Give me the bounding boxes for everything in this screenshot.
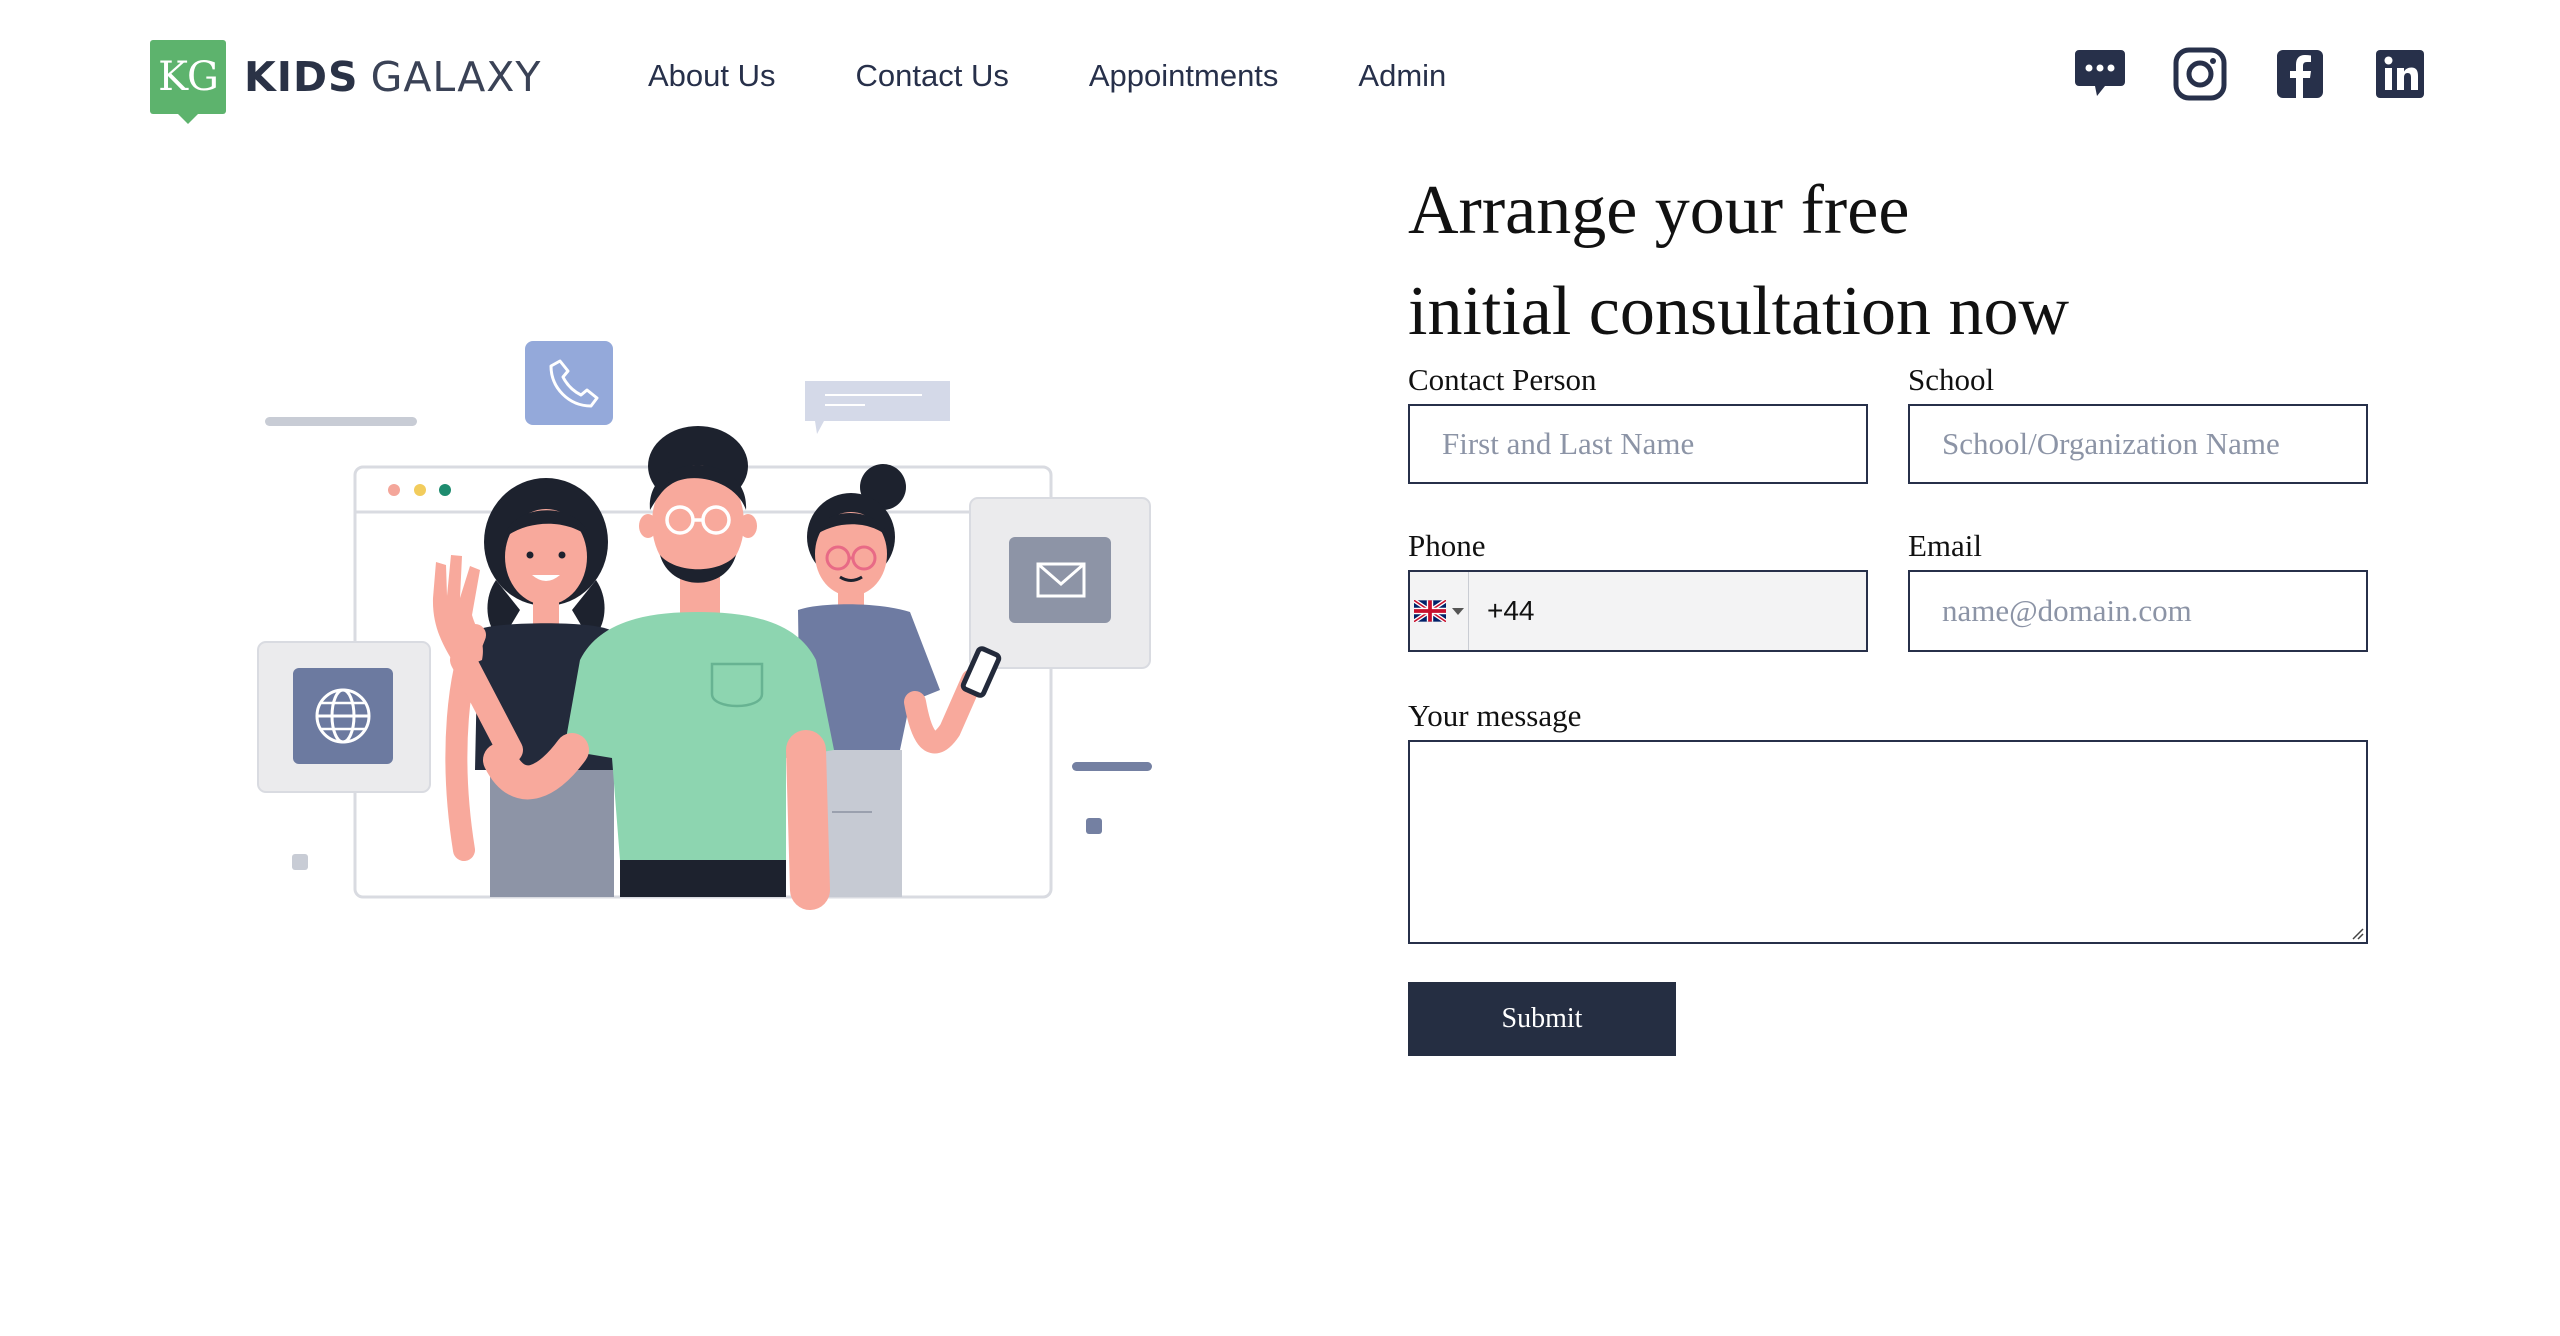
logo-name-bold: KIDS <box>244 53 359 101</box>
phone-input[interactable] <box>1469 572 1866 650</box>
phone-field <box>1408 570 1868 652</box>
logo[interactable]: KG KIDS GALAXY <box>150 40 541 124</box>
email-input[interactable] <box>1908 570 2368 652</box>
nav-about-us[interactable]: About Us <box>648 58 776 94</box>
nav-appointments[interactable]: Appointments <box>1089 58 1279 94</box>
nav-contact-us[interactable]: Contact Us <box>856 58 1009 94</box>
school-label: School <box>1908 362 1995 397</box>
country-code-select[interactable] <box>1410 572 1469 650</box>
message-textarea[interactable] <box>1408 740 2368 944</box>
submit-button[interactable]: Submit <box>1408 982 1676 1056</box>
chevron-down-icon <box>1452 607 1464 615</box>
instagram-icon[interactable] <box>2172 46 2228 102</box>
school-input[interactable] <box>1908 404 2368 484</box>
nav-admin[interactable]: Admin <box>1358 58 1446 94</box>
facebook-icon[interactable] <box>2272 46 2328 102</box>
form-heading: Arrange your free initial consultation n… <box>1408 160 2208 362</box>
contact-person-input[interactable] <box>1408 404 1868 484</box>
form-heading-line2: initial consultation now <box>1408 273 2070 350</box>
chat-icon[interactable] <box>2072 46 2128 102</box>
uk-flag-icon <box>1414 600 1446 622</box>
email-label: Email <box>1908 528 1983 563</box>
team-illustration <box>250 330 1170 910</box>
contact-person-label: Contact Person <box>1408 362 1597 397</box>
resize-grip-icon[interactable] <box>2348 924 2364 940</box>
social-links <box>2072 46 2428 102</box>
logo-badge: KG <box>150 40 226 124</box>
logo-name-light: GALAXY <box>370 53 542 101</box>
site-header: KG KIDS GALAXY About Us Contact Us Appoin… <box>0 0 2560 150</box>
form-heading-line1: Arrange your free <box>1408 172 1910 249</box>
linkedin-icon[interactable] <box>2372 46 2428 102</box>
message-label: Your message <box>1408 698 1582 733</box>
main-nav: About Us Contact Us Appointments Admin <box>648 58 1446 94</box>
phone-label: Phone <box>1408 528 1486 563</box>
logo-text: KIDS GALAXY <box>244 53 541 101</box>
